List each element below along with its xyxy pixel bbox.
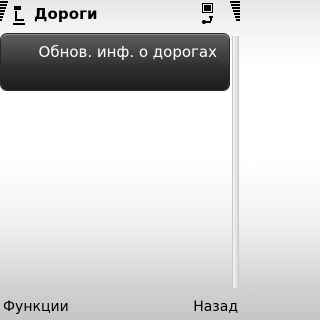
list-item-label: Обнов. инф. о дорогах <box>38 43 217 61</box>
connection-icon <box>202 16 213 24</box>
options-softkey[interactable]: Функции <box>3 298 69 316</box>
battery-level-icon <box>230 0 240 26</box>
back-softkey[interactable]: Назад <box>193 298 238 316</box>
status-bar: Дороги <box>0 0 240 30</box>
scrollbar[interactable] <box>232 36 239 288</box>
scrollbar-thumb[interactable] <box>233 36 238 288</box>
traffic-info-icon <box>13 6 25 25</box>
battery-icon <box>202 3 213 13</box>
list-item-update-road-info[interactable]: Обнов. инф. о дорогах <box>1 34 229 90</box>
page-title: Дороги <box>34 5 98 23</box>
signal-strength-icon <box>0 0 8 26</box>
list: Обнов. инф. о дорогах <box>0 34 232 284</box>
